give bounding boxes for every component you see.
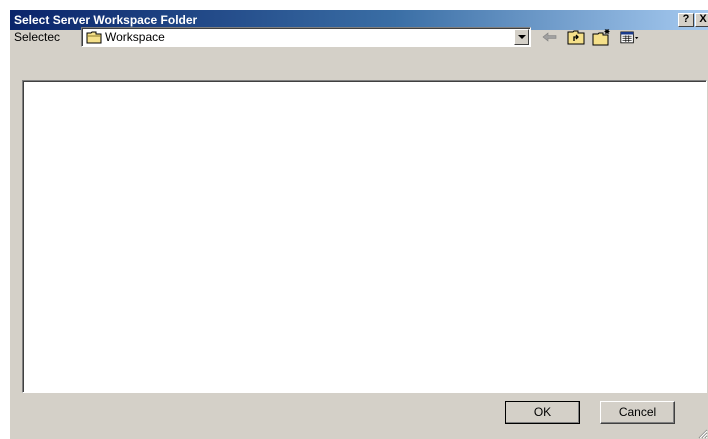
location-value: Workspace — [105, 30, 165, 44]
view-menu-icon[interactable] — [620, 28, 640, 46]
folder-icon — [86, 31, 102, 44]
resize-grip-icon[interactable] — [696, 427, 708, 439]
location-label: Selectec — [14, 30, 61, 44]
new-folder-icon[interactable] — [592, 28, 612, 46]
dialog-window: Select Server Workspace Folder ? X Selec… — [9, 9, 708, 439]
close-button[interactable]: X — [695, 13, 708, 27]
location-combobox[interactable]: Workspace — [81, 27, 531, 47]
folder-list-pane[interactable] — [22, 80, 707, 393]
cancel-button[interactable]: Cancel — [600, 401, 675, 424]
up-folder-icon[interactable] — [566, 28, 586, 46]
chevron-down-icon[interactable] — [514, 29, 529, 45]
dialog-title: Select Server Workspace Folder — [14, 13, 198, 27]
help-button[interactable]: ? — [678, 13, 694, 27]
back-arrow-icon[interactable] — [540, 28, 560, 46]
ok-button[interactable]: OK — [505, 401, 580, 424]
